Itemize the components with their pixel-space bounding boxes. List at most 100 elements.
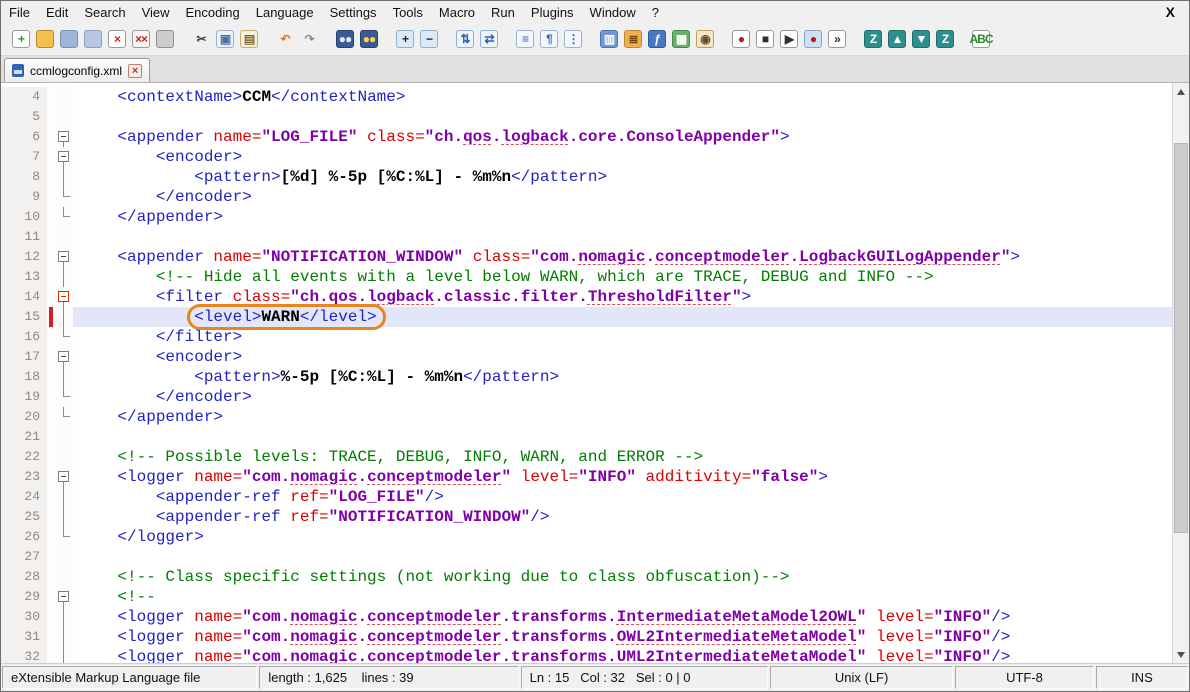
- document-list-button[interactable]: ≣: [621, 27, 645, 51]
- code-line-12[interactable]: 12 <appender name="NOTIFICATION_WINDOW" …: [1, 247, 1172, 267]
- plugin-z-up-button[interactable]: Z: [861, 27, 885, 51]
- code-line-30[interactable]: 30 <logger name="com.nomagic.conceptmode…: [1, 607, 1172, 627]
- menu-item-settings[interactable]: Settings: [322, 3, 385, 22]
- monitoring-eye-button[interactable]: ◉: [693, 27, 717, 51]
- marker-margin: [47, 227, 55, 247]
- code-line-7[interactable]: 7 <encoder>: [1, 147, 1172, 167]
- code-line-32[interactable]: 32 <logger name="com.nomagic.conceptmode…: [1, 647, 1172, 663]
- fold-collapse-icon[interactable]: [58, 591, 69, 602]
- code-line-13[interactable]: 13 <!-- Hide all events with a level bel…: [1, 267, 1172, 287]
- code-line-18[interactable]: 18 <pattern>%-5p [%C:%L] - %m%n</pattern…: [1, 367, 1172, 387]
- menu-item-tools[interactable]: Tools: [385, 3, 431, 22]
- close-file-button[interactable]: ×: [105, 27, 129, 51]
- redo-button[interactable]: ↷: [297, 27, 321, 51]
- code-line-17[interactable]: 17 <encoder>: [1, 347, 1172, 367]
- fold-collapse-icon[interactable]: [58, 291, 69, 302]
- code-line-27[interactable]: 27: [1, 547, 1172, 567]
- sync-scroll-horizontal-button[interactable]: ⇄: [477, 27, 501, 51]
- code-text: [73, 107, 1172, 127]
- scrollbar-thumb[interactable]: [1174, 143, 1188, 533]
- word-wrap-button[interactable]: ≡: [513, 27, 537, 51]
- code-line-29[interactable]: 29 <!--: [1, 587, 1172, 607]
- spell-check-button[interactable]: ABC: [969, 27, 993, 51]
- code-line-21[interactable]: 21: [1, 427, 1172, 447]
- code-line-11[interactable]: 11: [1, 227, 1172, 247]
- function-list-button[interactable]: ƒ: [645, 27, 669, 51]
- code-line-24[interactable]: 24 <appender-ref ref="LOG_FILE"/>: [1, 487, 1172, 507]
- code-line-31[interactable]: 31 <logger name="com.nomagic.conceptmode…: [1, 627, 1172, 647]
- show-all-characters-button[interactable]: ¶: [537, 27, 561, 51]
- code-line-8[interactable]: 8 <pattern>[%d] %-5p [%C:%L] - %m%n</pat…: [1, 167, 1172, 187]
- menu-item-edit[interactable]: Edit: [38, 3, 76, 22]
- print-button[interactable]: [153, 27, 177, 51]
- code-line-5[interactable]: 5: [1, 107, 1172, 127]
- code-line-6[interactable]: 6 <appender name="LOG_FILE" class="ch.qo…: [1, 127, 1172, 147]
- menu-item-view[interactable]: View: [134, 3, 178, 22]
- code-editor[interactable]: 4 <contextName>CCM</contextName>56 <appe…: [1, 83, 1172, 663]
- menu-item-language[interactable]: Language: [248, 3, 322, 22]
- fold-margin: [55, 347, 73, 367]
- open-file-button[interactable]: [33, 27, 57, 51]
- find-button[interactable]: ●●: [333, 27, 357, 51]
- folder-as-workspace-button[interactable]: ▦: [669, 27, 693, 51]
- line-number: 27: [1, 547, 47, 567]
- cut-button[interactable]: ✂: [189, 27, 213, 51]
- code-line-28[interactable]: 28 <!-- Class specific settings (not wor…: [1, 567, 1172, 587]
- plugin-z-down-button[interactable]: Z: [933, 27, 957, 51]
- save-all-button[interactable]: [81, 27, 105, 51]
- replace-button[interactable]: ●●: [357, 27, 381, 51]
- plugin-triangle-up-button[interactable]: ▲: [885, 27, 909, 51]
- code-line-4[interactable]: 4 <contextName>CCM</contextName>: [1, 87, 1172, 107]
- code-line-16[interactable]: 16 </filter>: [1, 327, 1172, 347]
- marker-margin: [47, 167, 55, 187]
- code-text: <appender name="NOTIFICATION_WINDOW" cla…: [73, 247, 1172, 267]
- copy-button[interactable]: ▣: [213, 27, 237, 51]
- fold-collapse-icon[interactable]: [58, 471, 69, 482]
- macro-stop-button[interactable]: ■: [753, 27, 777, 51]
- code-line-23[interactable]: 23 <logger name="com.nomagic.conceptmode…: [1, 467, 1172, 487]
- fold-collapse-icon[interactable]: [58, 131, 69, 142]
- macro-run-multiple-button[interactable]: »: [825, 27, 849, 51]
- fold-collapse-icon[interactable]: [58, 151, 69, 162]
- undo-button[interactable]: ↶: [273, 27, 297, 51]
- code-line-9[interactable]: 9 </encoder>: [1, 187, 1172, 207]
- fold-collapse-icon[interactable]: [58, 351, 69, 362]
- menu-item-window[interactable]: Window: [582, 3, 644, 22]
- plugin-triangle-down-button[interactable]: ▼: [909, 27, 933, 51]
- code-line-14[interactable]: 14 <filter class="ch.qos.logback.classic…: [1, 287, 1172, 307]
- menu-item-search[interactable]: Search: [76, 3, 133, 22]
- code-line-26[interactable]: 26 </logger>: [1, 527, 1172, 547]
- code-line-15[interactable]: 15 <level>WARN</level>: [1, 307, 1172, 327]
- paste-button[interactable]: ▤: [237, 27, 261, 51]
- save-file-button[interactable]: [57, 27, 81, 51]
- close-all-files-button[interactable]: ××: [129, 27, 153, 51]
- macro-play-button[interactable]: ▶: [777, 27, 801, 51]
- scroll-up-arrow[interactable]: [1173, 83, 1189, 100]
- zoom-out-button[interactable]: −: [417, 27, 441, 51]
- tab-ccmlogconfig-xml[interactable]: ccmlogconfig.xml ×: [4, 58, 150, 82]
- tab-close-icon[interactable]: ×: [128, 64, 142, 78]
- macro-record-button[interactable]: ●: [729, 27, 753, 51]
- macro-save-button[interactable]: ●: [801, 27, 825, 51]
- vertical-scrollbar[interactable]: [1172, 83, 1189, 663]
- new-file-button[interactable]: +: [9, 27, 33, 51]
- indent-guide-button[interactable]: ⋮: [561, 27, 585, 51]
- menu-item-encoding[interactable]: Encoding: [178, 3, 248, 22]
- marker-margin: [47, 407, 55, 427]
- scroll-down-arrow[interactable]: [1173, 646, 1189, 663]
- code-line-22[interactable]: 22 <!-- Possible levels: TRACE, DEBUG, I…: [1, 447, 1172, 467]
- fold-collapse-icon[interactable]: [58, 251, 69, 262]
- window-close-button[interactable]: X: [1152, 4, 1189, 20]
- zoom-in-button[interactable]: +: [393, 27, 417, 51]
- menu-item-macro[interactable]: Macro: [431, 3, 483, 22]
- menu-item-run[interactable]: Run: [483, 3, 523, 22]
- code-line-10[interactable]: 10 </appender>: [1, 207, 1172, 227]
- menu-item-file[interactable]: File: [1, 3, 38, 22]
- menu-item-plugins[interactable]: Plugins: [523, 3, 582, 22]
- sync-scroll-vertical-button[interactable]: ⇅: [453, 27, 477, 51]
- document-map-button[interactable]: ▥: [597, 27, 621, 51]
- code-line-19[interactable]: 19 </encoder>: [1, 387, 1172, 407]
- menu-item-help[interactable]: ?: [644, 3, 667, 22]
- code-line-25[interactable]: 25 <appender-ref ref="NOTIFICATION_WINDO…: [1, 507, 1172, 527]
- code-line-20[interactable]: 20 </appender>: [1, 407, 1172, 427]
